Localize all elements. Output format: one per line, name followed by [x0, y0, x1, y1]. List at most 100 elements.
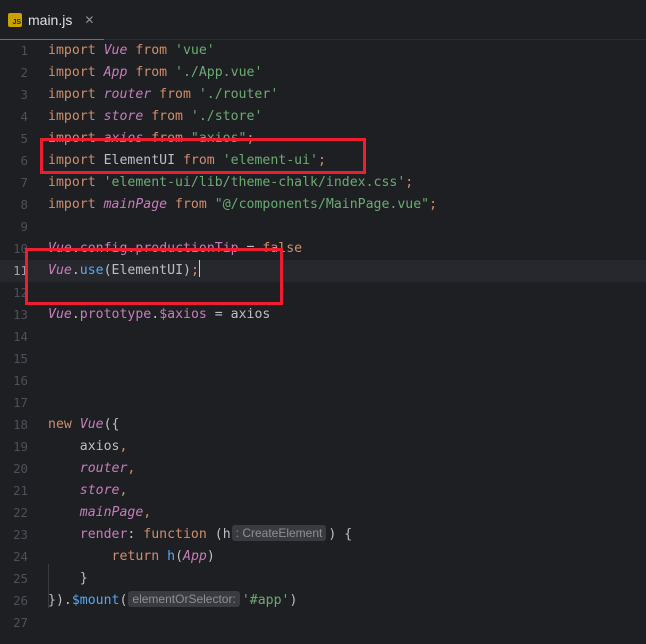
code-token: ({ [103, 417, 120, 432]
line-number: 1 [20, 43, 28, 58]
tab-main-js[interactable]: JS main.js ✕ [0, 0, 104, 41]
code-token: . [71, 263, 80, 278]
parameter-hint: elementOrSelector: [128, 591, 240, 607]
code-text[interactable]: render: function (h: CreateElement) { [48, 524, 352, 546]
code-token: '#app' [241, 593, 290, 608]
code-line[interactable]: 14 [0, 326, 646, 348]
code-text[interactable]: import 'element-ui/lib/theme-chalk/index… [48, 172, 413, 194]
code-text[interactable]: import App from './App.vue' [48, 62, 262, 84]
code-line[interactable]: 26}).$mount(elementOrSelector: '#app') [0, 590, 646, 612]
code-line[interactable]: 10 Vue.config.productionTip = false [0, 238, 646, 260]
code-text[interactable]: import store from './store' [48, 106, 262, 128]
code-token: ) [289, 593, 298, 608]
code-token: App [103, 65, 128, 80]
code-line[interactable]: 5 import axios from "axios"; [0, 128, 646, 150]
line-number: 18 [13, 417, 28, 432]
code-editor[interactable]: 1 import Vue from 'vue' 2 import App from '… [0, 40, 646, 644]
code-line[interactable]: 15 [0, 348, 646, 370]
code-token: from [127, 43, 176, 58]
code-line[interactable]: 12 [0, 282, 646, 304]
code-line[interactable]: 20 router, [0, 458, 646, 480]
code-token: , [119, 439, 128, 454]
code-line[interactable]: 24 return h(App) [0, 546, 646, 568]
text-caret [198, 260, 200, 277]
code-line[interactable]: 7 import 'element-ui/lib/theme-chalk/inde… [0, 172, 646, 194]
code-token: , [143, 505, 152, 520]
line-number: 21 [13, 483, 28, 498]
code-line[interactable]: 3 import router from './router' [0, 84, 646, 106]
line-number: 5 [20, 131, 28, 146]
code-text[interactable]: store, [48, 480, 128, 502]
code-text[interactable]: import ElementUI from 'element-ui'; [48, 150, 326, 172]
line-number: 24 [13, 549, 28, 564]
code-text[interactable]: import axios from "axios"; [48, 128, 254, 150]
code-token: (h [214, 527, 231, 542]
code-text[interactable]: Vue.prototype.$axios = axios [48, 304, 270, 326]
code-line[interactable]: 22 mainPage, [0, 502, 646, 524]
code-text[interactable]: Vue.use(ElementUI); [48, 260, 200, 282]
code-line[interactable]: 11 Vue.use(ElementUI); [0, 260, 646, 282]
code-line[interactable]: 16 [0, 370, 646, 392]
code-token: ; [246, 131, 255, 146]
code-text[interactable]: import mainPage from "@/components/MainP… [48, 194, 437, 216]
code-token: from [127, 65, 176, 80]
code-line[interactable]: 8 import mainPage from "@/components/Main… [0, 194, 646, 216]
code-text[interactable]: mainPage, [48, 502, 151, 524]
line-number: 19 [13, 439, 28, 454]
code-token: import [48, 87, 104, 102]
code-text[interactable]: import Vue from 'vue' [48, 40, 215, 62]
parameter-hint: : CreateElement [231, 525, 327, 541]
code-line[interactable]: 19 axios, [0, 436, 646, 458]
code-text[interactable]: new Vue({ [48, 414, 119, 436]
code-line[interactable]: 9 [0, 216, 646, 238]
code-token: './App.vue' [175, 65, 263, 80]
code-text[interactable]: import router from './router' [48, 84, 278, 106]
code-line[interactable]: 21 store, [0, 480, 646, 502]
code-line[interactable]: 1 import Vue from 'vue' [0, 40, 646, 62]
code-token: ) [206, 549, 215, 564]
code-token: 'element-ui/lib/theme-chalk/index.css' [103, 175, 406, 190]
code-token: ( [119, 593, 128, 608]
code-token: ; [317, 153, 326, 168]
line-number: 3 [20, 87, 28, 102]
line-number: 6 [20, 153, 28, 168]
code-line[interactable]: 23 render: function (h: CreateElement) { [0, 524, 646, 546]
code-line[interactable]: 18 new Vue({ [0, 414, 646, 436]
code-token: }). [48, 593, 72, 608]
code-token: from [143, 131, 191, 146]
editor-tab-bar: JS main.js ✕ [0, 0, 646, 41]
code-line[interactable]: 4 import store from './store' [0, 106, 646, 128]
code-token: import [48, 65, 104, 80]
line-number: 22 [13, 505, 28, 520]
code-token: Vue [103, 43, 128, 58]
code-token: = axios [206, 307, 271, 322]
code-text[interactable]: axios, [48, 436, 128, 458]
code-token: "axios" [190, 131, 247, 146]
code-line[interactable]: 27 [0, 612, 646, 634]
code-token: axios [103, 131, 144, 146]
code-token: router [103, 87, 152, 102]
code-line[interactable]: 6 import ElementUI from 'element-ui'; [0, 150, 646, 172]
code-text[interactable]: }).$mount(elementOrSelector: '#app') [48, 590, 297, 612]
line-number: 12 [13, 285, 28, 300]
code-text[interactable]: } [48, 568, 88, 590]
close-icon[interactable]: ✕ [84, 13, 94, 27]
code-text[interactable]: return h(App) [48, 546, 215, 568]
js-file-icon: JS [8, 13, 22, 27]
code-text[interactable]: router, [48, 458, 136, 480]
code-line[interactable]: 2 import App from './App.vue' [0, 62, 646, 84]
line-number: 23 [13, 527, 28, 542]
code-token: from [167, 197, 215, 212]
code-line[interactable]: 25 } [0, 568, 646, 590]
code-token: h [167, 549, 176, 564]
line-number: 15 [13, 351, 28, 366]
code-token: Vue [48, 307, 72, 322]
code-line[interactable]: 17 [0, 392, 646, 414]
code-line[interactable]: 13 Vue.prototype.$axios = axios [0, 304, 646, 326]
code-token: , [119, 483, 128, 498]
code-text[interactable]: Vue.config.productionTip = false [48, 238, 302, 260]
line-number: 8 [20, 197, 28, 212]
